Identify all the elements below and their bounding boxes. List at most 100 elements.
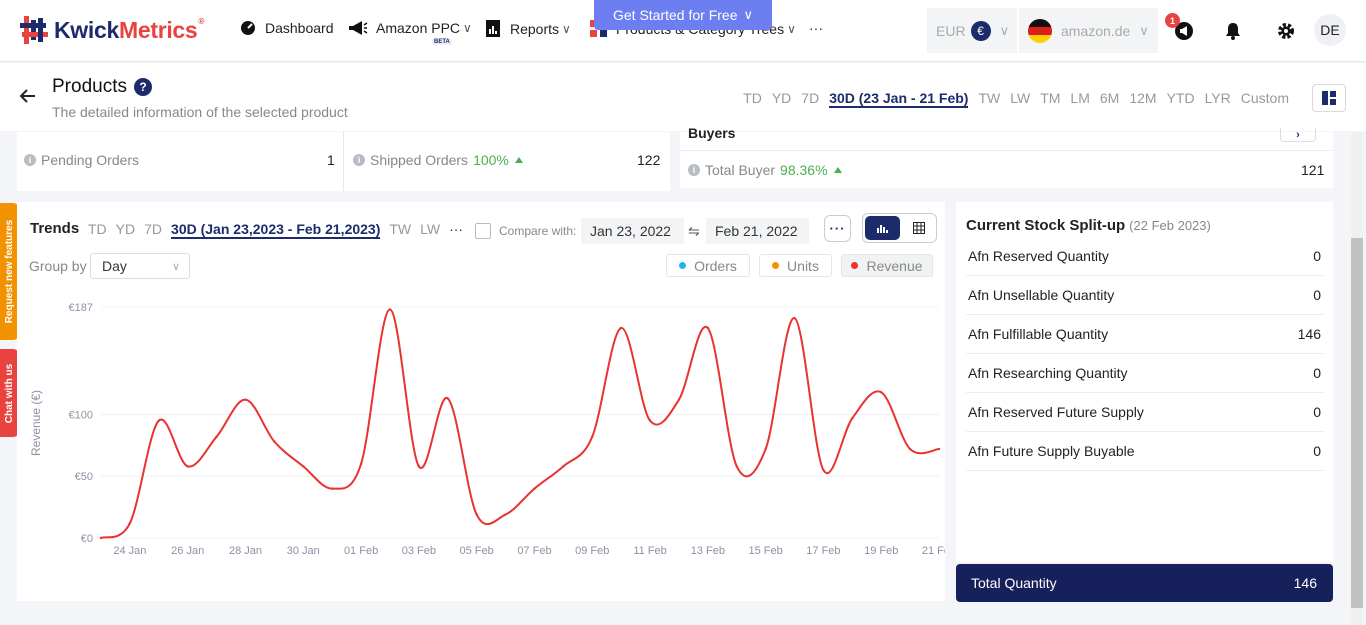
settings-button[interactable] [1275, 20, 1297, 42]
trend-more-button[interactable]: ··· [449, 221, 463, 239]
chevron-down-icon: ∨ [743, 7, 753, 22]
trend-range-tab[interactable]: TW [389, 221, 411, 239]
range-tab[interactable]: LM [1070, 90, 1089, 108]
currency-select[interactable]: EUR € ∨ [927, 8, 1017, 53]
marketplace-select[interactable]: amazon.de ∨ [1019, 8, 1158, 53]
y-tick-label: €187 [69, 302, 93, 314]
trend-range-tab[interactable]: TD [88, 221, 107, 239]
data-point [244, 398, 247, 401]
data-point [735, 465, 738, 468]
nav-amazon-ppc[interactable]: Amazon PPC ∨ BETA [348, 20, 472, 45]
info-icon[interactable]: i [24, 154, 36, 166]
info-icon[interactable]: i [688, 164, 700, 176]
user-avatar[interactable]: DE [1314, 14, 1346, 46]
trend-range-tab[interactable]: LW [420, 221, 440, 239]
total-buyer-label: i Total Buyer 98.36% [688, 162, 842, 178]
trend-range-tab[interactable]: 30D (Jan 23,2023 - Feb 21,2023) [171, 221, 381, 239]
trend-range-tab[interactable]: 7D [144, 221, 162, 239]
data-point [157, 419, 160, 422]
range-tab[interactable]: TM [1040, 90, 1060, 108]
notification-count-badge: 1 [1165, 13, 1180, 28]
legend-dot [851, 262, 859, 269]
data-point [99, 536, 103, 540]
data-point [330, 487, 334, 490]
layout-toggle-button[interactable] [1312, 84, 1346, 112]
range-tab[interactable]: TD [743, 90, 762, 108]
stock-title: Current Stock Split-up (22 Feb 2023) [966, 217, 1211, 234]
compare-date-from[interactable]: Jan 23, 2022 [581, 218, 684, 244]
compare-label: Compare with: [499, 224, 577, 238]
range-tab[interactable]: LYR [1205, 90, 1231, 108]
data-point [619, 326, 623, 330]
brand-logo[interactable]: KwickMetrics® [20, 14, 204, 46]
trend-range-tab[interactable]: YD [116, 221, 135, 239]
help-icon[interactable]: ? [133, 78, 152, 96]
buyers-header: Buyers [688, 125, 736, 141]
buyers-metric-card: › [680, 128, 1333, 188]
x-tick-label: 24 Jan [113, 545, 146, 557]
table-view-button[interactable] [904, 216, 934, 240]
stock-row: Afn Fulfillable Quantity 146 [966, 315, 1324, 354]
compare-date-to[interactable]: Feb 21, 2022 [706, 218, 809, 244]
y-tick-label: €50 [75, 471, 93, 483]
scrollbar-thumb[interactable] [1351, 238, 1363, 608]
chart-view-button[interactable] [865, 216, 900, 240]
range-tab[interactable]: TW [978, 90, 1000, 108]
legend-dot [772, 262, 780, 269]
range-tab[interactable]: YTD [1167, 90, 1195, 108]
legend-item[interactable]: Units [759, 254, 832, 277]
chevron-right-icon[interactable]: › [1280, 128, 1316, 142]
x-tick-label: 07 Feb [517, 545, 551, 557]
x-tick-label: 01 Feb [344, 545, 378, 557]
data-point [215, 435, 218, 438]
stock-row-label: Afn Reserved Quantity [968, 248, 1109, 264]
divider [343, 132, 344, 191]
swap-icon[interactable]: ⇋ [688, 223, 700, 240]
shipped-orders-label: i Shipped Orders 100% [353, 152, 523, 168]
group-by-select[interactable]: Day ∨ [90, 253, 190, 279]
stock-row-value: 0 [1313, 404, 1321, 420]
data-point [302, 465, 305, 468]
legend-item[interactable]: Orders [666, 254, 750, 277]
more-options-button[interactable]: ··· [824, 215, 851, 242]
range-tab[interactable]: Custom [1241, 90, 1289, 108]
x-tick-label: 03 Feb [402, 545, 436, 557]
x-tick-label: 13 Feb [691, 545, 725, 557]
data-point [533, 487, 536, 490]
announcement-button[interactable]: 1 [1165, 13, 1195, 42]
brand-name: KwickMetrics® [54, 16, 205, 43]
group-by-label: Group by [29, 258, 87, 274]
y-tick-label: €0 [81, 533, 93, 545]
nav-more[interactable]: ··· [809, 20, 823, 36]
pending-orders-value: 1 [327, 152, 335, 168]
total-quantity-bar: Total Quantity 146 [956, 564, 1333, 602]
revenue-line-chart: €0 €50 €100 €187 Revenue (€) 24 Jan 26 Jan 28 J… [29, 302, 945, 557]
notifications-button[interactable] [1222, 20, 1244, 42]
range-tab[interactable]: 12M [1129, 90, 1156, 108]
legend-label: Revenue [866, 257, 923, 274]
compare-checkbox[interactable] [475, 223, 491, 239]
up-arrow-icon [833, 167, 842, 173]
stock-row-label: Afn Reserved Future Supply [968, 404, 1144, 420]
legend-item[interactable]: Revenue [841, 254, 933, 277]
stock-row: Afn Reserved Quantity 0 [966, 237, 1324, 276]
data-point [764, 447, 767, 451]
chevron-down-icon: ∨ [463, 21, 472, 35]
range-tab[interactable]: 30D (23 Jan - 21 Feb) [829, 90, 969, 108]
report-icon [486, 20, 500, 37]
get-started-button[interactable]: Get Started for Free ∨ [594, 0, 772, 30]
range-tab[interactable]: 7D [801, 90, 819, 108]
nav-dashboard[interactable]: Dashboard [240, 20, 334, 36]
page-header: Products ? The detailed information of t… [0, 63, 1366, 131]
x-tick-label: 26 Jan [171, 545, 204, 557]
back-arrow-icon[interactable] [20, 89, 36, 103]
x-tick-label: 09 Feb [575, 545, 609, 557]
range-tab[interactable]: LW [1010, 90, 1030, 108]
nav-reports[interactable]: Reports ∨ [486, 20, 571, 37]
total-buyer-value: 121 [1301, 162, 1325, 178]
range-tab[interactable]: 6M [1100, 90, 1119, 108]
range-tab[interactable]: YD [772, 90, 791, 108]
info-icon[interactable]: i [353, 154, 365, 166]
stock-row-value: 0 [1313, 443, 1321, 459]
stock-row: Afn Future Supply Buyable 0 [966, 432, 1324, 471]
